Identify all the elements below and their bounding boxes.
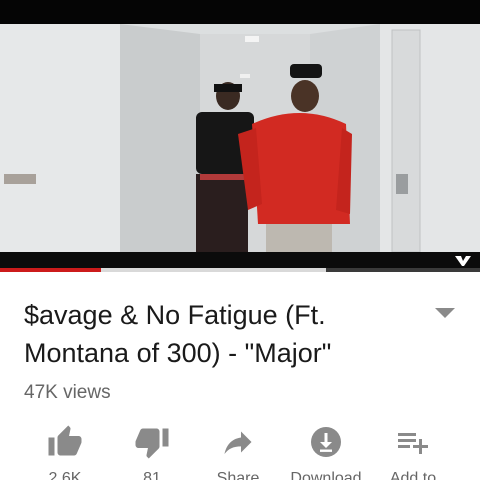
download-label: Download xyxy=(290,470,362,480)
video-frame xyxy=(0,24,480,252)
download-button[interactable]: Download xyxy=(286,424,366,480)
video-player[interactable] xyxy=(0,0,480,272)
video-title: $avage & No Fatigue (Ft. Montana of 300)… xyxy=(24,300,332,368)
thumb-down-icon xyxy=(135,428,169,459)
action-bar: 2.6K 81 Share Download Add to xyxy=(0,424,480,480)
playlist-add-icon xyxy=(398,433,428,454)
thumb-up-icon xyxy=(48,425,82,456)
channel-watermark-icon xyxy=(455,256,471,266)
share-button[interactable]: Share xyxy=(198,424,278,480)
dislike-count: 81 xyxy=(143,470,161,480)
view-count: 47K views xyxy=(24,382,111,403)
share-icon xyxy=(224,431,252,454)
like-count: 2.6K xyxy=(48,470,82,480)
dislike-button[interactable]: 81 xyxy=(112,424,192,480)
expand-description-icon[interactable] xyxy=(434,306,456,320)
like-button[interactable]: 2.6K xyxy=(25,424,105,480)
add-to-label: Add to xyxy=(389,470,437,480)
progress-bar[interactable] xyxy=(0,268,480,272)
download-icon xyxy=(311,427,341,457)
progress-played xyxy=(0,268,101,272)
letterbox-top xyxy=(0,0,480,24)
add-to-button[interactable]: Add to xyxy=(373,424,453,480)
share-label: Share xyxy=(216,470,260,480)
